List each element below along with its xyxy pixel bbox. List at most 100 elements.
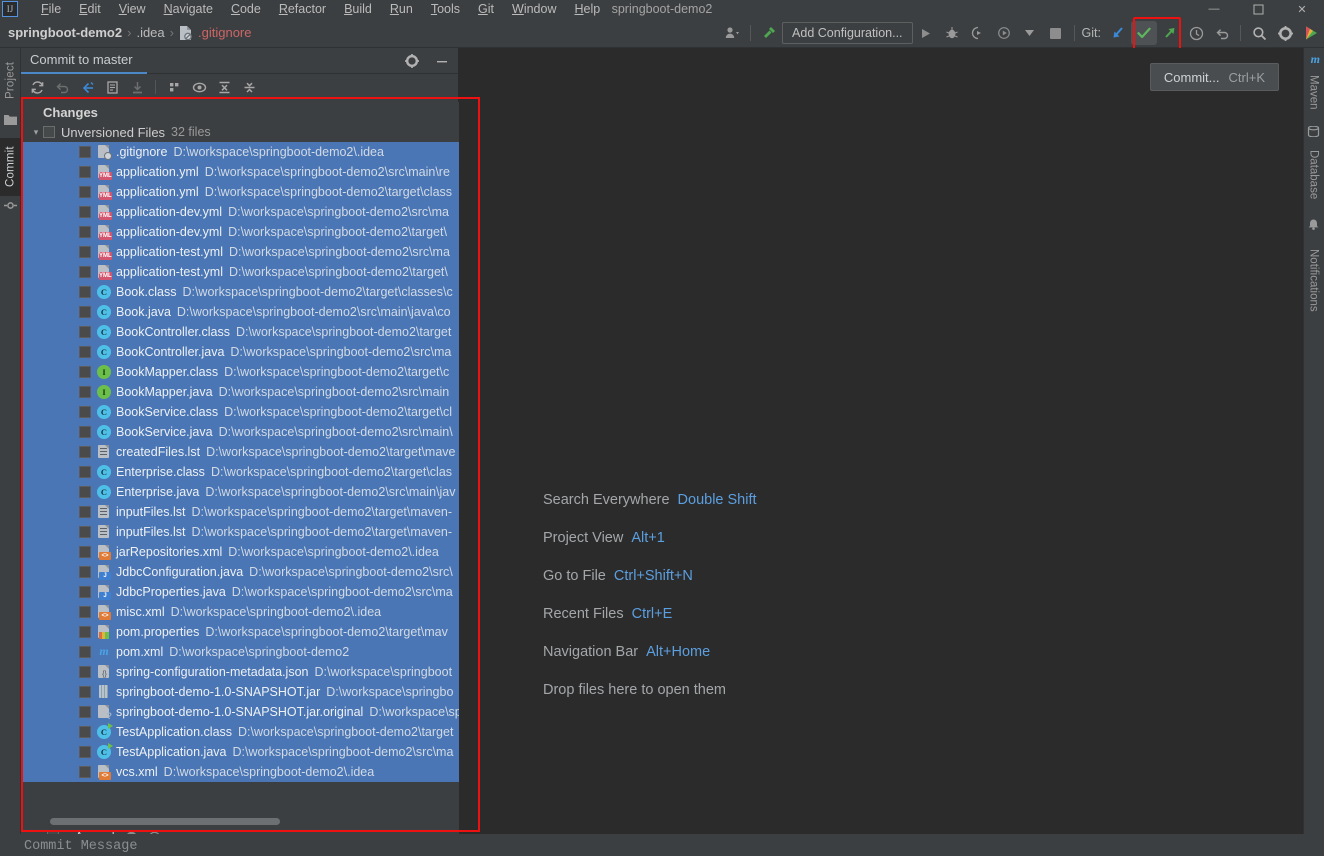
file-row[interactable]: {} spring-configuration-metadata.json D:\w… (23, 662, 459, 682)
stop-icon[interactable] (1043, 21, 1069, 45)
maximize-icon[interactable] (1236, 0, 1280, 18)
file-row[interactable]: YML application.yml D:\workspace\springboo… (23, 182, 459, 202)
hide-minimize-icon[interactable] (430, 50, 454, 72)
unversioned-files-group[interactable]: ▾ Unversioned Files 32 files (23, 122, 459, 142)
file-checkbox[interactable] (79, 586, 91, 598)
menu-item-help[interactable]: Help (565, 1, 609, 17)
debug-icon[interactable] (939, 21, 965, 45)
file-row[interactable]: YML application.yml D:\workspace\springboo… (23, 162, 459, 182)
sidebar-item-database[interactable]: Database (1303, 142, 1324, 208)
git-push-icon[interactable] (1157, 21, 1183, 45)
rollback-icon[interactable] (50, 76, 74, 98)
file-checkbox[interactable] (79, 146, 91, 158)
file-checkbox[interactable] (79, 646, 91, 658)
menu-item-tools[interactable]: Tools (422, 1, 469, 17)
file-checkbox[interactable] (79, 286, 91, 298)
menu-item-view[interactable]: View (110, 1, 155, 17)
profile-icon[interactable] (991, 21, 1017, 45)
menu-item-refactor[interactable]: Refactor (270, 1, 335, 17)
run-icon[interactable] (913, 21, 939, 45)
file-row[interactable]: C BookService.class D:\workspace\springboo… (23, 402, 459, 422)
minimize-icon[interactable]: — (1192, 0, 1236, 18)
download-icon[interactable] (125, 76, 149, 98)
file-row[interactable]: I BookMapper.java D:\workspace\springboot-… (23, 382, 459, 402)
file-row[interactable]: springboot-demo-1.0-SNAPSHOT.jar D:\works… (23, 682, 459, 702)
breadcrumb-folder[interactable]: .idea (136, 25, 164, 40)
file-row[interactable]: J JdbcConfiguration.java D:\workspace\spri… (23, 562, 459, 582)
sidebar-item-notifications[interactable]: Notifications (1303, 234, 1324, 326)
file-checkbox[interactable] (79, 326, 91, 338)
file-row[interactable]: .gitignore D:\workspace\springboot-demo2\… (23, 142, 459, 162)
file-checkbox[interactable] (79, 306, 91, 318)
menu-item-navigate[interactable]: Navigate (155, 1, 222, 17)
file-checkbox[interactable] (79, 666, 91, 678)
file-row[interactable]: m pom.xml D:\workspace\springboot-demo2 (23, 642, 459, 662)
preview-diff-icon[interactable] (187, 76, 211, 98)
file-checkbox[interactable] (79, 266, 91, 278)
sidebar-item-project[interactable]: Project (0, 52, 21, 108)
menu-item-file[interactable]: File (32, 1, 70, 17)
breadcrumb-file[interactable]: .gitignore (198, 25, 251, 40)
file-row[interactable]: YML application-test.yml D:\workspace\spri… (23, 242, 459, 262)
file-row[interactable]: C BookService.java D:\workspace\springboot… (23, 422, 459, 442)
file-row[interactable]: C Book.class D:\workspace\springboot-demo2… (23, 282, 459, 302)
settings-gear-icon[interactable] (400, 50, 424, 72)
git-commit-checkmark-icon[interactable] (1131, 21, 1157, 45)
file-checkbox[interactable] (79, 386, 91, 398)
run-with-coverage-icon[interactable] (965, 21, 991, 45)
file-checkbox[interactable] (79, 726, 91, 738)
search-icon[interactable] (1246, 21, 1272, 45)
edit-source-icon[interactable] (100, 76, 124, 98)
file-checkbox[interactable] (79, 226, 91, 238)
changes-horizontal-scrollbar[interactable] (45, 817, 475, 826)
file-row[interactable]: <> misc.xml D:\workspace\springboot-demo2\… (23, 602, 459, 622)
file-checkbox[interactable] (79, 406, 91, 418)
file-row[interactable]: <> jarRepositories.xml D:\workspace\spring… (23, 542, 459, 562)
collapse-all-icon[interactable] (237, 76, 261, 98)
file-row[interactable]: J JdbcProperties.java D:\workspace\springb… (23, 582, 459, 602)
file-checkbox[interactable] (79, 526, 91, 538)
close-icon[interactable]: ✕ (1280, 0, 1324, 18)
sidebar-item-commit[interactable]: Commit (0, 138, 21, 196)
file-checkbox[interactable] (79, 246, 91, 258)
file-checkbox[interactable] (79, 186, 91, 198)
ide-help-icon[interactable] (1298, 21, 1324, 45)
file-row[interactable]: C TestApplication.class D:\workspace\sprin… (23, 722, 459, 742)
file-checkbox[interactable] (79, 366, 91, 378)
file-checkbox[interactable] (79, 206, 91, 218)
menu-item-run[interactable]: Run (381, 1, 422, 17)
tab-commit-to-master[interactable]: Commit to master (21, 48, 147, 74)
file-row[interactable]: YML application-dev.yml D:\workspace\sprin… (23, 202, 459, 222)
file-checkbox[interactable] (79, 166, 91, 178)
add-configuration-button[interactable]: Add Configuration... (782, 22, 913, 44)
refresh-icon[interactable] (25, 76, 49, 98)
file-checkbox[interactable] (79, 546, 91, 558)
file-row[interactable]: C Book.java D:\workspace\springboot-demo2\… (23, 302, 459, 322)
history-icon[interactable] (1183, 21, 1209, 45)
file-row[interactable]: inputFiles.lst D:\workspace\springboot-de… (23, 522, 459, 542)
file-checkbox[interactable] (79, 706, 91, 718)
file-row[interactable]: I BookMapper.class D:\workspace\springboot… (23, 362, 459, 382)
file-row[interactable]: ? springboot-demo-1.0-SNAPSHOT.jar.origin… (23, 702, 459, 722)
menu-item-code[interactable]: Code (222, 1, 270, 17)
dropdown-arrow-icon[interactable] (1017, 21, 1043, 45)
file-row[interactable]: createdFiles.lst D:\workspace\springboot-… (23, 442, 459, 462)
menu-item-edit[interactable]: Edit (70, 1, 110, 17)
file-checkbox[interactable] (79, 486, 91, 498)
file-checkbox[interactable] (79, 446, 91, 458)
settings-gear-icon[interactable] (1272, 21, 1298, 45)
chevron-down-icon[interactable]: ▾ (29, 127, 43, 138)
file-row[interactable]: <> vcs.xml D:\workspace\springboot-demo2\.… (23, 762, 459, 782)
menu-item-git[interactable]: Git (469, 1, 503, 17)
file-row[interactable]: pom.properties D:\workspace\springboot-de… (23, 622, 459, 642)
sidebar-item-maven[interactable]: Maven (1303, 68, 1324, 116)
file-checkbox[interactable] (79, 746, 91, 758)
group-checkbox[interactable] (43, 126, 55, 138)
file-checkbox[interactable] (79, 686, 91, 698)
file-checkbox[interactable] (79, 766, 91, 778)
breadcrumb-project[interactable]: springboot-demo2 (8, 25, 122, 40)
editor-empty-area[interactable]: Commit... Ctrl+K Search Everywhere Double… (459, 48, 1303, 856)
commit-message-placeholder[interactable]: Commit Message (24, 839, 137, 854)
user-avatar-icon[interactable] (719, 21, 745, 45)
scrollbar-thumb[interactable] (50, 818, 280, 825)
